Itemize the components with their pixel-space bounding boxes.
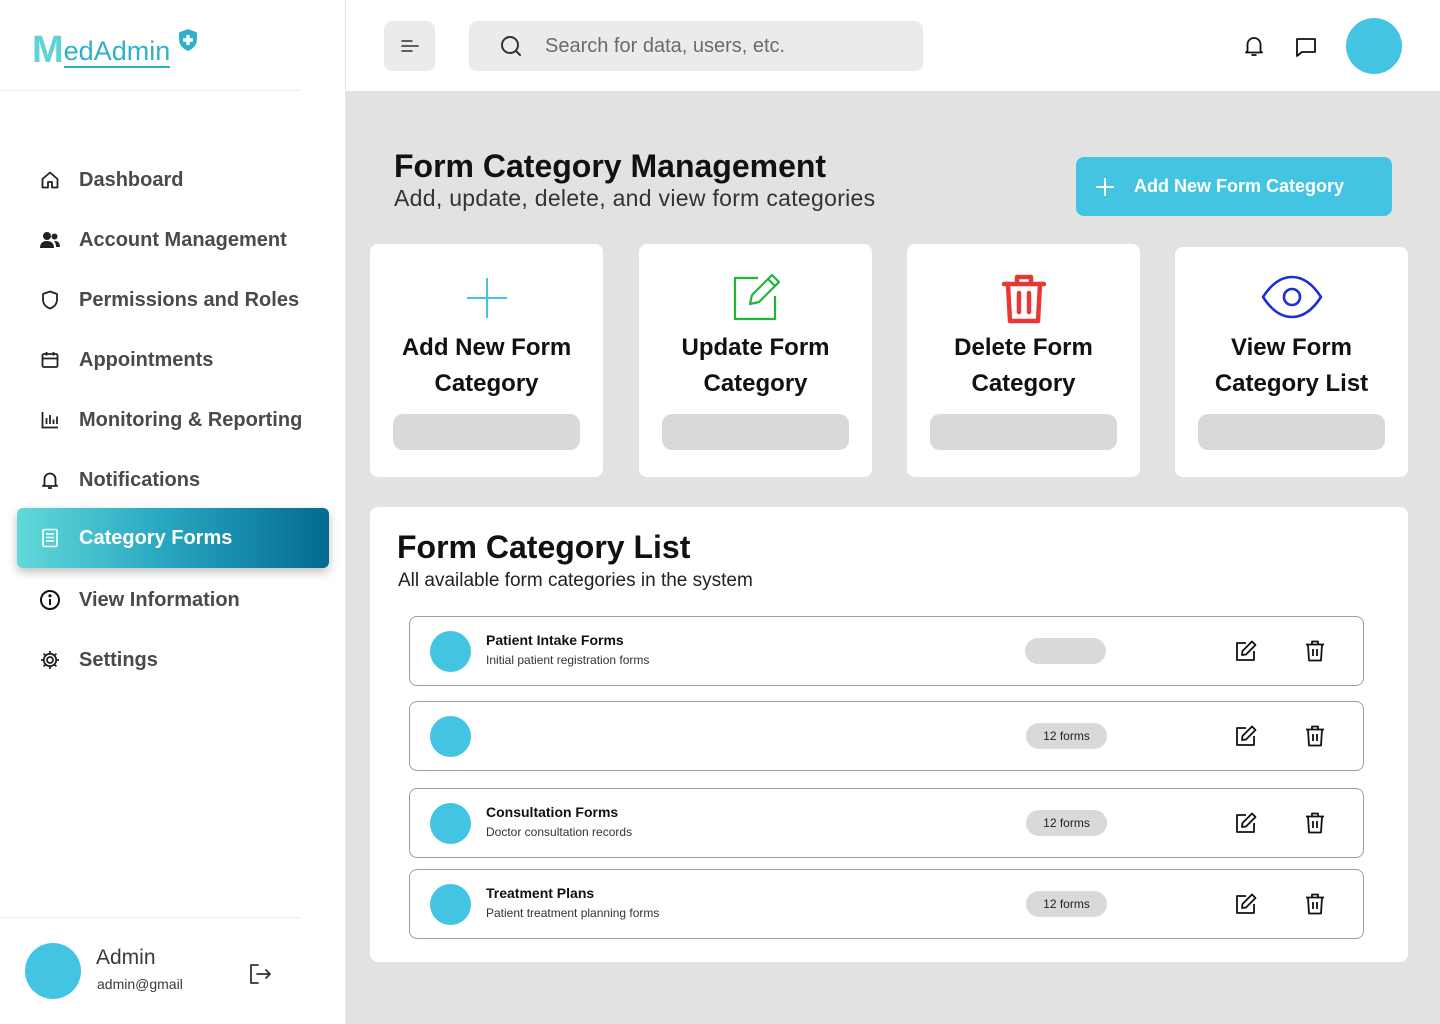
menu-toggle-button[interactable] — [384, 21, 435, 71]
edit-icon[interactable] — [1234, 639, 1258, 663]
category-description: Initial patient registration forms — [486, 653, 650, 667]
logout-icon[interactable] — [247, 961, 273, 987]
page-title: Form Category Management — [394, 148, 827, 184]
calendar-icon — [39, 349, 61, 371]
card-placeholder-bar — [1198, 414, 1385, 450]
gear-icon — [39, 649, 61, 671]
card-title: Delete Form Category — [954, 334, 1093, 397]
sidebar-item-settings[interactable]: Settings — [17, 630, 329, 690]
card-update-category[interactable]: Update Form Category — [639, 244, 872, 477]
sidebar-item-label: Category Forms — [79, 526, 233, 549]
category-name: Patient Intake Forms — [486, 632, 624, 648]
form-count-badge — [1025, 638, 1106, 664]
sidebar-item-account-management[interactable]: Account Management — [17, 210, 329, 270]
plus-icon — [1096, 177, 1114, 196]
user-avatar[interactable] — [25, 943, 81, 999]
sidebar-item-appointments[interactable]: Appointments — [17, 330, 329, 390]
logo-initial: M — [32, 29, 64, 71]
card-delete-category[interactable]: Delete Form Category — [907, 244, 1140, 477]
card-title: View Form Category List — [1214, 334, 1369, 397]
search-bar[interactable] — [469, 21, 923, 71]
edit-icon[interactable] — [1234, 724, 1258, 748]
sidebar-item-label: Permissions and Roles — [79, 288, 300, 311]
card-placeholder-bar — [930, 414, 1117, 450]
sidebar-item-label: Settings — [79, 648, 158, 671]
bar-chart-icon — [39, 409, 61, 431]
sidebar-item-monitoring[interactable]: Monitoring & Reporting — [17, 390, 329, 450]
info-icon — [39, 589, 61, 611]
message-icon[interactable] — [1294, 35, 1318, 59]
home-icon — [39, 169, 61, 191]
category-description: Doctor consultation records — [486, 825, 633, 839]
category-name: Treatment Plans — [486, 885, 595, 901]
category-avatar — [430, 716, 471, 757]
card-placeholder-bar — [662, 414, 849, 450]
medical-shield-icon — [179, 29, 197, 51]
sidebar-item-dashboard[interactable]: Dashboard — [17, 150, 329, 210]
sidebar-item-permissions[interactable]: Permissions and Roles — [17, 270, 329, 330]
eye-icon — [1261, 275, 1322, 319]
notification-bell-icon[interactable] — [1242, 34, 1266, 58]
search-icon — [501, 36, 521, 56]
trash-icon[interactable] — [1304, 639, 1326, 663]
shield-icon — [39, 289, 61, 311]
search-input[interactable] — [545, 34, 905, 58]
trash-icon[interactable] — [1304, 724, 1326, 748]
user-email: admin@gmail — [97, 976, 183, 992]
category-list-panel: Form Category List All available form ca… — [370, 507, 1408, 962]
page-subtitle: Add, update, delete, and view form categ… — [394, 185, 876, 211]
category-avatar — [430, 631, 471, 672]
sidebar-item-category-forms[interactable]: Category Forms — [17, 508, 329, 568]
list-title: Form Category List — [397, 529, 691, 565]
sidebar-item-notifications[interactable]: Notifications — [17, 450, 329, 510]
plus-icon — [466, 278, 507, 318]
category-avatar — [430, 884, 471, 925]
card-placeholder-bar — [393, 414, 580, 450]
bell-icon — [39, 469, 61, 491]
sidebar-item-label: Dashboard — [79, 168, 184, 191]
card-view-category-list[interactable]: View Form Category List — [1175, 247, 1408, 477]
sidebar-item-label: Appointments — [79, 348, 214, 371]
sidebar-divider — [0, 90, 300, 91]
add-new-category-button[interactable]: Add New Form Category — [1076, 157, 1392, 216]
list-item[interactable]: 12 forms — [409, 701, 1364, 771]
sidebar: MedAdmin Dashboard Account Management Pe… — [0, 0, 346, 1024]
profile-avatar[interactable] — [1346, 18, 1402, 74]
form-count-badge: 12 forms — [1026, 891, 1107, 917]
edit-icon[interactable] — [1234, 892, 1258, 916]
list-item[interactable]: Treatment Plans Patient treatment planni… — [409, 869, 1364, 939]
trash-icon — [1001, 274, 1046, 324]
sidebar-divider — [0, 917, 300, 918]
user-name: Admin — [96, 946, 156, 969]
card-title: Update Form Category — [681, 334, 830, 397]
list-item[interactable]: Patient Intake Forms Initial patient reg… — [409, 616, 1364, 686]
card-title: Add New Form Category — [401, 334, 572, 397]
sidebar-item-label: Notifications — [79, 468, 201, 491]
list-subtitle: All available form categories in the sys… — [398, 570, 753, 591]
top-bar — [346, 0, 1440, 91]
list-item[interactable]: Consultation Forms Doctor consultation r… — [409, 788, 1364, 858]
form-count-badge: 12 forms — [1026, 810, 1107, 836]
logo-text: edAdmin — [63, 36, 171, 68]
sidebar-item-label: Account Management — [79, 228, 287, 251]
add-button-label: Add New Form Category — [1134, 176, 1345, 196]
sidebar-item-view-information[interactable]: View Information — [17, 570, 329, 630]
users-icon — [39, 229, 61, 251]
card-add-category[interactable]: Add New Form Category — [370, 244, 603, 477]
trash-icon[interactable] — [1304, 811, 1326, 835]
category-avatar — [430, 803, 471, 844]
app-logo[interactable]: MedAdmin — [32, 28, 197, 71]
document-icon — [39, 527, 61, 549]
menu-icon — [400, 40, 419, 52]
form-count-badge: 12 forms — [1026, 723, 1107, 749]
category-description: Patient treatment planning forms — [486, 906, 660, 920]
sidebar-item-label: View Information — [79, 588, 240, 611]
edit-icon — [733, 273, 780, 321]
trash-icon[interactable] — [1304, 892, 1326, 916]
edit-icon[interactable] — [1234, 811, 1258, 835]
category-name: Consultation Forms — [486, 804, 619, 820]
sidebar-item-label: Monitoring & Reporting — [79, 408, 303, 431]
